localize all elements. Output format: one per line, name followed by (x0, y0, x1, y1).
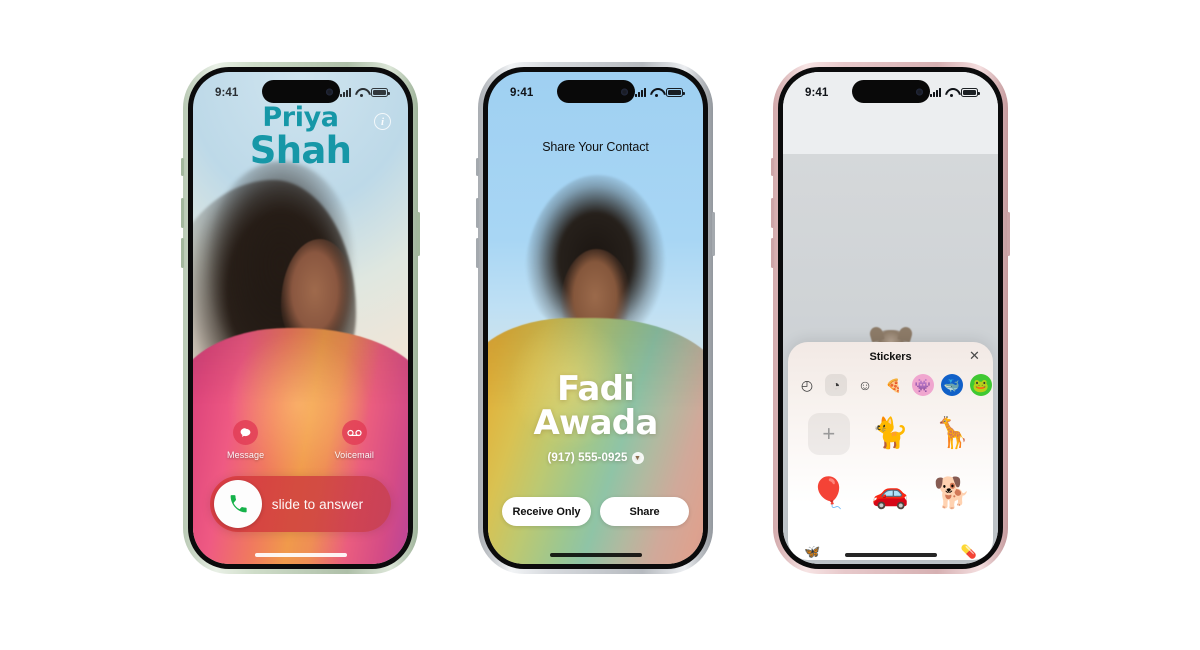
phone-device-3: 9:41 ‹ Today 9:38 AM Edit ••• (771, 62, 1010, 574)
power-button[interactable] (417, 212, 420, 256)
volume-up-button[interactable] (771, 198, 774, 228)
phone-bezel-3: 9:41 ‹ Today 9:38 AM Edit ••• (778, 67, 1003, 569)
sticker-pack-food[interactable]: 🍕 (883, 374, 905, 396)
wifi-icon (355, 88, 367, 97)
contact-name: Fadi Awada (488, 369, 703, 444)
contact-last-name: Awada (533, 403, 659, 444)
slide-to-answer-slider[interactable]: slide to answer (210, 476, 391, 532)
signal-bars-icon (340, 88, 351, 97)
status-icons (340, 88, 390, 97)
sticker-grid: + 🐈 🦒 🎈 🚗 🐕 (788, 402, 993, 522)
phone-screen-1: 9:41 Priya Shah i Message Voicemail slid… (193, 72, 408, 564)
status-time: 9:41 (215, 86, 239, 99)
receive-only-button[interactable]: Receive Only (502, 497, 591, 526)
status-icons (635, 88, 685, 97)
slide-to-answer-label: slide to answer (271, 496, 364, 512)
add-sticker-button[interactable]: + (807, 413, 850, 455)
volume-up-button[interactable] (476, 198, 479, 228)
sticker-giraffe[interactable]: 🦒 (923, 406, 981, 462)
sticker-pack-blue-character[interactable]: 🐳 (941, 374, 963, 396)
sticker-hot-air-balloon[interactable]: 🎈 (800, 466, 858, 522)
mute-switch[interactable] (181, 158, 184, 176)
volume-down-button[interactable] (771, 238, 774, 268)
sticker-dog-sunglasses[interactable]: 🐕 (923, 466, 981, 522)
mute-switch[interactable] (476, 158, 479, 176)
battery-icon (666, 88, 685, 97)
home-indicator-1[interactable] (254, 553, 347, 557)
caller-last-name: Shah (249, 128, 352, 172)
stickers-header: Stickers ✕ (788, 342, 993, 372)
message-bubble-icon (233, 420, 259, 445)
chevron-down-icon[interactable]: ▼ (631, 452, 644, 464)
home-indicator-3[interactable] (844, 553, 937, 557)
sticker-pack-pink-character[interactable]: 👾 (912, 374, 934, 396)
emoji-category[interactable]: ☺ (854, 374, 876, 396)
sticker-category-row[interactable]: ◴ ◔ ☺ 🍕 👾 🐳 🐸 🌶 (788, 372, 993, 402)
add-sticker-cell[interactable]: + (800, 406, 858, 462)
phone-device-1: 9:41 Priya Shah i Message Voicemail slid… (181, 62, 420, 574)
power-button[interactable] (712, 212, 715, 256)
wifi-icon (650, 88, 662, 97)
phone-device-2: 9:41 Share Your Contact Fadi Awada (917)… (476, 62, 715, 574)
voicemail-action[interactable]: Voicemail (335, 420, 374, 460)
answer-call-knob[interactable] (214, 480, 262, 528)
volume-down-button[interactable] (181, 238, 184, 268)
sticker-red-car[interactable]: 🚗 (862, 466, 920, 522)
sticker-partial-left[interactable]: 🦋 (804, 544, 820, 560)
info-button[interactable]: i (374, 113, 391, 130)
battery-icon (371, 88, 390, 97)
wifi-icon (945, 88, 957, 97)
dynamic-island-1 (261, 80, 340, 103)
phone-screen-3: 9:41 ‹ Today 9:38 AM Edit ••• (783, 72, 998, 564)
contact-first-name: Fadi (557, 369, 635, 410)
status-time: 9:41 (510, 86, 534, 99)
dynamic-island-3 (851, 80, 930, 103)
share-contact-title: Share Your Contact (542, 140, 649, 154)
sticker-cat[interactable]: 🐈 (862, 406, 920, 462)
mute-switch[interactable] (771, 158, 774, 176)
stickers-panel: Stickers ✕ ◴ ◔ ☺ 🍕 👾 🐳 🐸 🌶 (788, 342, 993, 560)
share-button[interactable]: Share (600, 497, 689, 526)
dynamic-island-2 (556, 80, 635, 103)
sticker-row-peek: 🦋 💊 (788, 544, 993, 560)
live-stickers-category[interactable]: ◔ (825, 374, 847, 396)
voicemail-action-label: Voicemail (334, 450, 374, 460)
call-actions: Message Voicemail (193, 420, 408, 460)
message-action[interactable]: Message (227, 420, 264, 460)
signal-bars-icon (930, 88, 941, 97)
screenshot-canvas: 9:41 Priya Shah i Message Voicemail slid… (0, 0, 1200, 650)
message-action-label: Message (227, 450, 265, 460)
signal-bars-icon (635, 88, 646, 97)
recents-category[interactable]: ◴ (796, 374, 818, 396)
phone-bezel-2: 9:41 Share Your Contact Fadi Awada (917)… (483, 67, 708, 569)
power-button[interactable] (1007, 212, 1010, 256)
contact-phone-row[interactable]: (917) 555-0925 ▼ (488, 452, 703, 464)
voicemail-icon (341, 420, 367, 445)
sticker-pack-green-character[interactable]: 🐸 (970, 374, 992, 396)
phone-bezel-1: 9:41 Priya Shah i Message Voicemail slid… (188, 67, 413, 569)
phone-handset-icon (230, 494, 247, 512)
battery-icon (961, 88, 980, 97)
sticker-partial-right[interactable]: 💊 (961, 544, 977, 560)
volume-down-button[interactable] (476, 238, 479, 268)
close-icon[interactable]: ✕ (968, 350, 981, 364)
status-time: 9:41 (805, 86, 829, 99)
contact-phone-number: (917) 555-0925 (547, 452, 628, 464)
volume-up-button[interactable] (181, 198, 184, 228)
namedrop-buttons: Receive Only Share (502, 497, 689, 526)
home-indicator-2[interactable] (549, 553, 642, 557)
phone-screen-2: 9:41 Share Your Contact Fadi Awada (917)… (488, 72, 703, 564)
stickers-title: Stickers (869, 351, 912, 363)
status-icons (930, 88, 980, 97)
